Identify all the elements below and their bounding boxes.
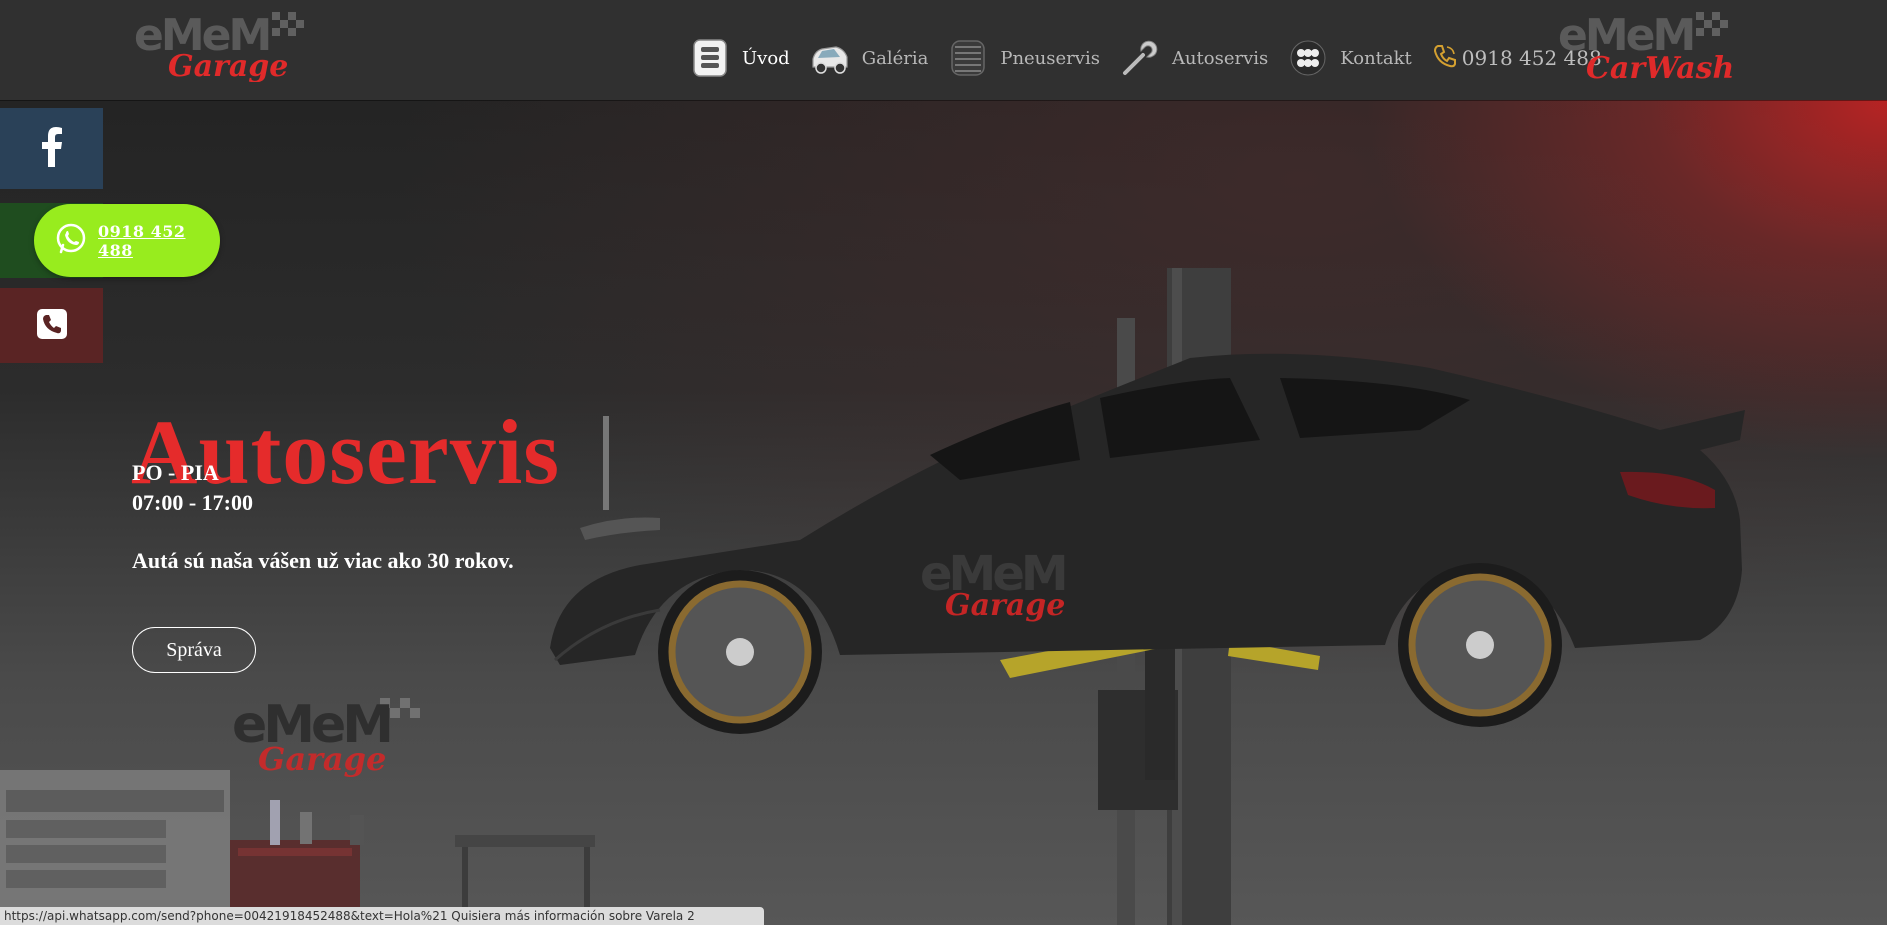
- hero-section: eMeM Garage eMeM Garage Autoservis PO - …: [0, 100, 1887, 925]
- browser-status-bar: https://api.whatsapp.com/send?phone=0042…: [0, 907, 764, 925]
- nav-item-autoservis[interactable]: Autoservis: [1120, 38, 1268, 78]
- facebook-icon: [41, 126, 63, 171]
- nav-item-uvod[interactable]: Úvod: [690, 38, 790, 78]
- whatsapp-number: 0918 452 488: [98, 221, 186, 260]
- nav-label: Kontakt: [1340, 47, 1412, 69]
- carwash-logo[interactable]: eMeM CarWash: [1556, 10, 1736, 82]
- wrench-icon: [1120, 38, 1160, 78]
- nav-label: Pneuservis: [1000, 47, 1100, 69]
- svg-text:Garage: Garage: [168, 49, 288, 82]
- main-nav: Úvod Galéria Pneuservis Autoservis Konta…: [690, 38, 1602, 78]
- typing-cursor: [603, 416, 609, 510]
- contact-icon: [1288, 38, 1328, 78]
- opening-days: PO - PIA: [132, 460, 219, 485]
- nav-label: Autoservis: [1171, 47, 1269, 69]
- site-header: eMeM Garage Úvod Galéria Pneuservis Auto…: [0, 0, 1887, 100]
- workbench-image: [0, 770, 595, 925]
- tire-icon: [948, 38, 988, 78]
- nav-item-galeria[interactable]: Galéria: [810, 38, 929, 78]
- whatsapp-link[interactable]: 0918 452 488: [34, 204, 220, 277]
- message-button[interactable]: Správa: [132, 627, 256, 673]
- nav-item-kontakt[interactable]: Kontakt: [1288, 38, 1412, 78]
- phone-call-link[interactable]: [0, 288, 103, 363]
- car-icon: [810, 38, 850, 78]
- garage-logo[interactable]: eMeM Garage: [132, 10, 312, 82]
- whatsapp-icon: [54, 222, 88, 260]
- facebook-link[interactable]: [0, 108, 103, 189]
- svg-text:Garage: Garage: [945, 588, 1065, 623]
- hero-background: eMeM Garage eMeM Garage: [0, 268, 1745, 925]
- document-icon: [690, 38, 730, 78]
- phone-icon: [36, 308, 68, 344]
- opening-hours: 07:00 - 17:00: [132, 490, 253, 515]
- nav-label: Úvod: [742, 47, 790, 69]
- hero-tagline: Autá sú naša vášen už viac ako 30 rokov.: [132, 548, 514, 573]
- svg-text:Garage: Garage: [258, 740, 386, 778]
- phone-icon: [1432, 43, 1458, 73]
- nav-label: Galéria: [861, 47, 929, 69]
- hero-watermark-logo: eMeM Garage: [232, 695, 420, 778]
- svg-text:CarWash: CarWash: [1586, 51, 1734, 82]
- nav-item-pneuservis[interactable]: Pneuservis: [948, 38, 1100, 78]
